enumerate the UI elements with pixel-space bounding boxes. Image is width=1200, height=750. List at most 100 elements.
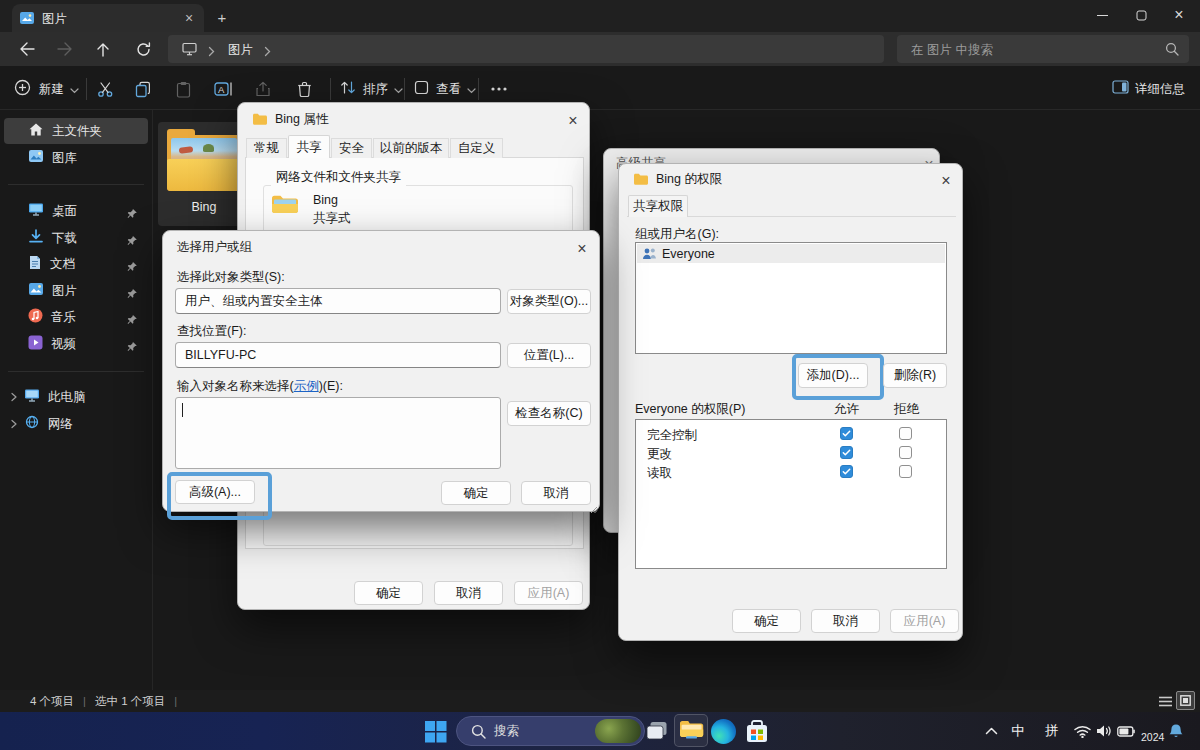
file-explorer-icon: [679, 718, 704, 744]
view-label: 查看: [436, 81, 461, 98]
desktop-icon: [28, 202, 44, 220]
clock-date[interactable]: 2024: [1141, 731, 1164, 743]
share-icon[interactable]: [250, 76, 276, 102]
check-names-button[interactable]: 检查名称(C): [507, 401, 591, 426]
sidebar-item-documents[interactable]: 文档: [4, 251, 148, 277]
allow-read-checkbox[interactable]: [840, 465, 853, 478]
cancel-button[interactable]: 取消: [521, 481, 591, 505]
add-button[interactable]: 添加(D)...: [798, 363, 868, 388]
examples-link[interactable]: 示例: [294, 379, 319, 393]
crumb-pictures[interactable]: 图片: [228, 42, 253, 59]
advanced-button[interactable]: 高级(A)...: [175, 480, 255, 504]
ime-mode-indicator[interactable]: 拼: [1039, 718, 1065, 744]
ime-language-indicator[interactable]: 中: [1005, 718, 1031, 744]
apply-button[interactable]: 应用(A): [514, 581, 583, 605]
location-value: BILLYFU-PC: [185, 348, 256, 362]
close-icon[interactable]: ×: [560, 110, 586, 132]
group-title: 网络文件和文件夹共享: [271, 169, 406, 186]
list-view-icon[interactable]: [1156, 692, 1174, 710]
taskbar-search[interactable]: 搜索: [456, 716, 645, 746]
tab-general[interactable]: 常规: [246, 138, 287, 158]
tab-share-permissions[interactable]: 共享权限: [628, 195, 688, 217]
thumbnail-view-icon[interactable]: [1176, 691, 1195, 710]
allow-change-checkbox[interactable]: [840, 446, 853, 459]
rename-icon[interactable]: A: [210, 76, 236, 102]
dialog-title: Bing 的权限: [656, 171, 722, 188]
new-button[interactable]: 新建: [14, 76, 79, 102]
text-cursor: [182, 403, 183, 417]
tab-close-icon[interactable]: ×: [180, 9, 198, 27]
copy-icon[interactable]: [130, 76, 156, 102]
crumb-chevron-icon: [208, 43, 215, 61]
resize-grip[interactable]: [590, 503, 598, 517]
tray-expand-icon[interactable]: [978, 718, 1004, 744]
paste-icon[interactable]: [170, 76, 196, 102]
sidebar-item-music[interactable]: 音乐: [4, 304, 148, 330]
cut-icon[interactable]: [92, 76, 118, 102]
sidebar-item-downloads[interactable]: 下载: [4, 225, 148, 251]
task-view-icon[interactable]: [640, 714, 674, 748]
pin-icon: [127, 258, 138, 276]
breadcrumb[interactable]: 图片: [168, 35, 884, 63]
sidebar-item-videos[interactable]: 视频: [4, 331, 148, 357]
sidebar-item-network[interactable]: 网络: [4, 411, 148, 437]
ok-button[interactable]: 确定: [441, 481, 511, 505]
folder-small-icon: [633, 172, 649, 189]
deny-read-checkbox[interactable]: [899, 465, 912, 478]
back-icon[interactable]: [10, 35, 44, 63]
sidebar-item-gallery[interactable]: 图库: [4, 145, 148, 171]
deny-change-checkbox[interactable]: [899, 446, 912, 459]
pin-icon: [127, 311, 138, 329]
wifi-icon[interactable]: [1070, 718, 1094, 744]
battery-icon[interactable]: [1114, 718, 1138, 744]
allow-full-control-checkbox[interactable]: [840, 427, 853, 440]
cancel-button[interactable]: 取消: [811, 609, 880, 633]
select-users-dialog: 选择用户或组 × 选择此对象类型(S): 用户、组或内置安全主体 对象类型(O)…: [162, 230, 600, 512]
close-icon[interactable]: ×: [933, 170, 959, 192]
window-close-button[interactable]: ×: [1158, 0, 1200, 30]
close-icon[interactable]: ×: [569, 238, 595, 260]
new-tab-button[interactable]: +: [212, 7, 232, 27]
sidebar-item-pictures[interactable]: 图片: [4, 278, 148, 304]
taskbar-explorer-active[interactable]: [674, 714, 708, 747]
forward-icon[interactable]: [48, 35, 82, 63]
cancel-button[interactable]: 取消: [434, 581, 503, 605]
delete-icon[interactable]: [291, 76, 317, 102]
tab-previous-versions[interactable]: 以前的版本: [373, 138, 449, 158]
object-type-field[interactable]: 用户、组或内置安全主体: [175, 288, 501, 314]
notification-bell-icon[interactable]: [1163, 718, 1189, 744]
ok-button[interactable]: 确定: [732, 609, 801, 633]
view-icon: [414, 80, 429, 99]
edge-icon[interactable]: [706, 714, 740, 748]
locations-button[interactable]: 位置(L)...: [507, 343, 591, 368]
tab-customize[interactable]: 自定义: [450, 138, 503, 158]
bing-folder-icon: [167, 129, 241, 191]
start-button[interactable]: [418, 714, 452, 748]
search-box[interactable]: 在 图片 中搜索: [897, 35, 1189, 63]
up-icon[interactable]: [86, 35, 120, 63]
sidebar-item-home[interactable]: 主文件夹: [4, 118, 148, 144]
tab-security[interactable]: 安全: [331, 138, 372, 158]
volume-icon[interactable]: [1092, 718, 1116, 744]
refresh-icon[interactable]: [126, 35, 160, 63]
remove-button[interactable]: 删除(R): [883, 363, 947, 388]
view-button[interactable]: 查看: [414, 76, 476, 102]
store-icon[interactable]: [740, 714, 774, 748]
user-row-everyone[interactable]: Everyone: [637, 244, 945, 263]
sidebar-item-this-pc[interactable]: 此电脑: [4, 384, 148, 410]
location-field[interactable]: BILLYFU-PC: [175, 342, 501, 368]
object-names-textarea[interactable]: [175, 397, 501, 469]
users-listbox[interactable]: Everyone: [635, 242, 947, 354]
sidebar-item-desktop[interactable]: 桌面: [4, 198, 148, 224]
ok-button[interactable]: 确定: [354, 581, 423, 605]
apply-button[interactable]: 应用(A): [890, 609, 959, 633]
deny-full-control-checkbox[interactable]: [899, 427, 912, 440]
object-types-button[interactable]: 对象类型(O)...: [507, 289, 591, 314]
more-icon[interactable]: [486, 76, 512, 102]
explorer-tab[interactable]: 图片 ×: [12, 4, 204, 32]
tab-sharing[interactable]: 共享: [288, 135, 330, 158]
details-label: 详细信息: [1135, 81, 1185, 98]
sort-button[interactable]: 排序: [340, 76, 403, 102]
details-button[interactable]: 详细信息: [1112, 76, 1185, 102]
status-sep: |: [83, 695, 86, 707]
